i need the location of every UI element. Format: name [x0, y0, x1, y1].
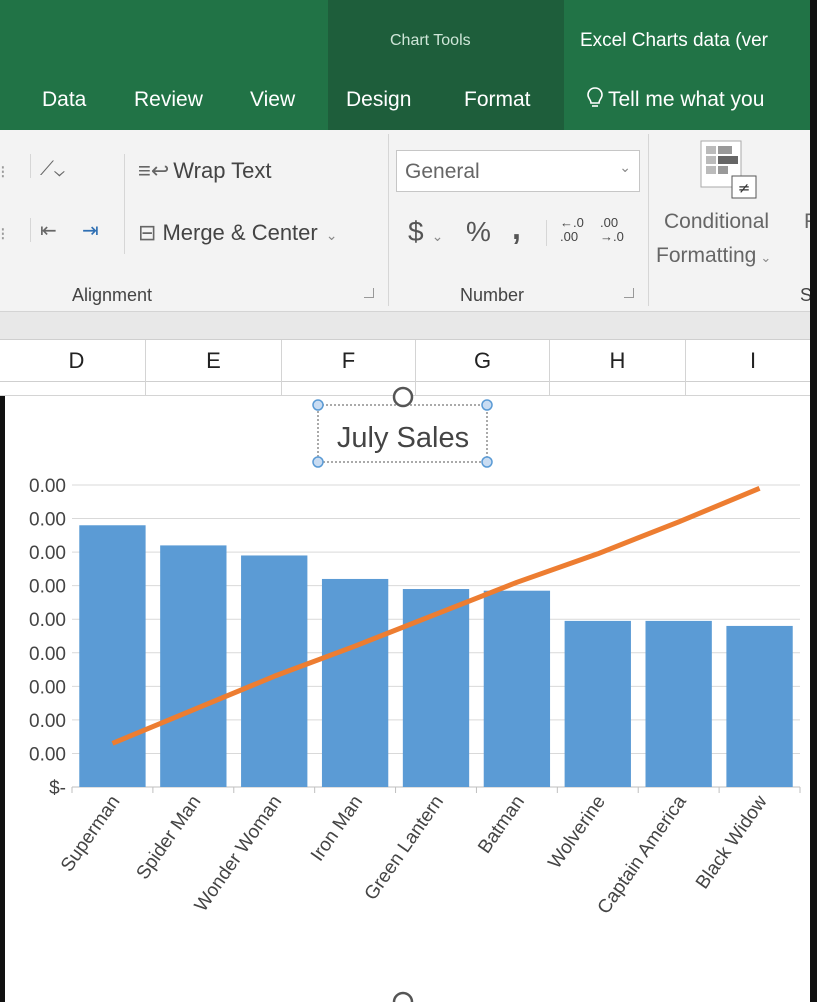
- x-category-label: Batman: [474, 792, 529, 858]
- bar: [726, 625, 793, 787]
- y-tick-label: 0.00: [29, 577, 66, 598]
- x-category-label: Spider Man: [132, 792, 205, 884]
- y-tick-label: 0.00: [29, 744, 66, 765]
- y-tick-label: 0.00: [29, 476, 66, 497]
- bar: [564, 620, 631, 787]
- bar: [241, 555, 308, 787]
- y-tick-label: 0.00: [29, 610, 66, 631]
- bar: [321, 578, 389, 787]
- y-tick-label: 0.00: [29, 677, 66, 698]
- x-category-label: Iron Man: [307, 792, 367, 865]
- bar: [645, 620, 712, 787]
- y-tick-label: 0.00: [29, 711, 66, 732]
- resize-handle[interactable]: [312, 399, 324, 411]
- y-tick-label: $-: [49, 778, 66, 799]
- resize-handle[interactable]: [481, 456, 493, 468]
- x-category-label: Green Lantern: [361, 792, 448, 904]
- x-category-label: Captain America: [594, 791, 691, 918]
- rotate-handle[interactable]: [392, 991, 414, 1002]
- bar: [483, 590, 551, 787]
- x-category-label: Black Widow: [692, 792, 772, 893]
- rotate-handle[interactable]: [392, 386, 414, 408]
- x-category-label: Wolverine: [544, 792, 609, 873]
- y-tick-label: 0.00: [29, 644, 66, 665]
- x-category-label: Superman: [57, 792, 124, 876]
- chart-title[interactable]: July Sales: [337, 422, 469, 454]
- y-tick-label: 0.00: [29, 510, 66, 531]
- y-tick-label: 0.00: [29, 543, 66, 564]
- resize-handle[interactable]: [481, 399, 493, 411]
- bar: [79, 525, 146, 787]
- x-category-label: Wonder Woman: [191, 792, 287, 916]
- bar: [160, 545, 227, 787]
- bar: [402, 589, 470, 787]
- resize-handle[interactable]: [312, 456, 324, 468]
- chart-svg: July Sales $- 0.00 0.00 0.00 0.00 0.00 0.00 0.0…: [29, 386, 801, 1002]
- plot-area: $- 0.00 0.00 0.00 0.00 0.00 0.00 0.00 0.00 0.00 Su…: [29, 476, 801, 918]
